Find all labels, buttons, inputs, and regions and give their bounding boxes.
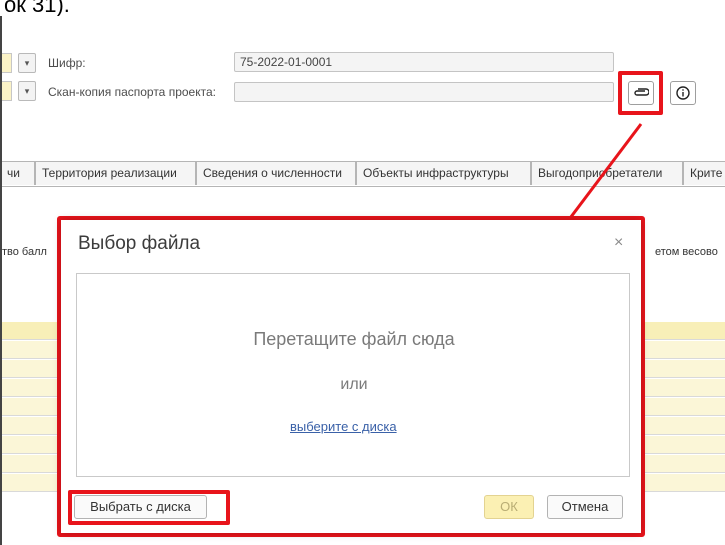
close-icon[interactable]: ×: [614, 235, 623, 251]
file-drop-zone[interactable]: Перетащите файл сюда или выберите с диск…: [76, 273, 630, 477]
choose-button-highlight-frame: [68, 490, 230, 525]
choose-from-disk-link[interactable]: выберите с диска: [290, 419, 397, 434]
drop-instruction: Перетащите файл сюда: [253, 329, 455, 349]
file-select-dialog: Выбор файла × Перетащите файл сюда или в…: [61, 220, 641, 533]
ok-button[interactable]: ОК: [484, 495, 534, 519]
cancel-button[interactable]: Отмена: [547, 495, 623, 519]
dialog-title: Выбор файла: [78, 233, 201, 254]
drop-or-text: или: [340, 376, 368, 393]
